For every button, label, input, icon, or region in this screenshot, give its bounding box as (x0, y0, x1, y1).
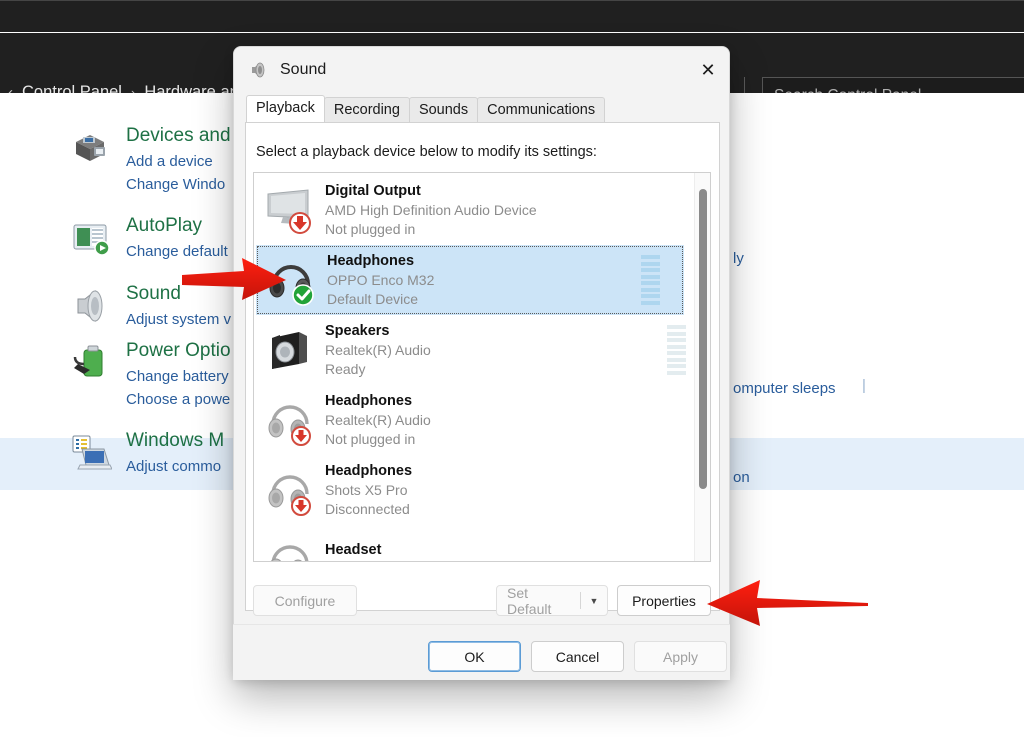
device-row-speakers-realtek[interactable]: Speakers Realtek(R) Audio Ready (254, 315, 710, 385)
device-name: Headphones (325, 462, 413, 479)
headphones-icon (265, 254, 317, 306)
windows-mobility-center-icon (70, 432, 113, 474)
control-panel-titlebar (0, 0, 1024, 32)
tab-sounds[interactable]: Sounds (408, 97, 479, 123)
device-description: Realtek(R) Audio (325, 412, 431, 429)
device-row-digital-output[interactable]: Digital Output AMD High Definition Audio… (254, 175, 710, 245)
device-name: Headset (325, 542, 382, 559)
headphones-gray-icon (263, 394, 315, 446)
category-link[interactable]: Adjust system v (126, 311, 231, 328)
set-default-split-button[interactable]: Set Default ▼ (496, 585, 608, 616)
sound-speaker-icon (70, 285, 112, 327)
right-fragment-divider: | (862, 377, 866, 394)
device-name: Digital Output (325, 182, 421, 199)
device-row-headset-shots[interactable]: Headset Shots X5 Pro Hands-Free (254, 525, 710, 561)
device-state: Not plugged in (325, 430, 416, 447)
right-fragment-text[interactable]: ly (733, 250, 744, 267)
device-description: Shots X5 Pro (325, 482, 408, 499)
close-icon[interactable]: ✕ (685, 47, 729, 93)
headset-gray-icon (263, 534, 315, 561)
devices-and-printers-icon (70, 127, 112, 169)
category-link[interactable]: Change default (126, 243, 228, 260)
category-link[interactable]: Add a device (126, 153, 213, 170)
tab-communications[interactable]: Communications (477, 97, 606, 123)
tab-recording[interactable]: Recording (323, 97, 410, 123)
category-link[interactable]: Adjust commo (126, 458, 221, 475)
device-state: Disconnected (325, 500, 410, 517)
category-link[interactable]: Change Windo (126, 176, 225, 193)
playback-device-list[interactable]: Digital Output AMD High Definition Audio… (253, 172, 711, 562)
category-title[interactable]: Power Optio (126, 340, 231, 362)
device-name: Headphones (327, 252, 415, 269)
device-row-headphones-shots[interactable]: Headphones Shots X5 Pro Disconnected (254, 455, 710, 525)
speaker-icon (248, 59, 270, 81)
cancel-button[interactable]: Cancel (531, 641, 624, 672)
device-description: Realtek(R) Audio (325, 342, 431, 359)
device-text: Speakers Realtek(R) Audio Ready (325, 322, 431, 378)
device-text: Headphones Shots X5 Pro Disconnected (325, 462, 412, 518)
scrollbar-thumb[interactable] (699, 189, 707, 489)
dialog-titlebar: Sound ✕ (234, 47, 729, 93)
configure-button[interactable]: Configure (253, 585, 357, 616)
chevron-down-icon[interactable]: ▼ (581, 586, 607, 615)
digital-output-monitor-icon (263, 184, 315, 236)
dialog-tabstrip: Playback Recording Sounds Communications (234, 93, 729, 123)
dialog-title: Sound (280, 61, 327, 78)
screenshot-root: ‹ Control Panel › Hardware an Search Con… (0, 0, 1024, 737)
device-name: Headphones (325, 392, 413, 409)
category-link[interactable]: Change battery (126, 368, 229, 385)
device-text: Digital Output AMD High Definition Audio… (325, 182, 537, 238)
device-state: Not plugged in (325, 220, 416, 237)
autoplay-icon (70, 217, 112, 259)
device-text: Headphones Realtek(R) Audio Not plugged … (325, 392, 431, 448)
device-state: Default Device (327, 290, 419, 307)
volume-meter (667, 325, 686, 375)
set-default-button[interactable]: Set Default (497, 586, 580, 615)
volume-meter (641, 255, 660, 305)
device-name: Speakers (325, 322, 390, 339)
apply-button[interactable]: Apply (634, 641, 727, 672)
right-fragment-text[interactable]: on (733, 469, 750, 486)
category-title[interactable]: Windows M (126, 430, 224, 452)
device-description: OPPO Enco M32 (327, 272, 435, 289)
device-description: AMD High Definition Audio Device (325, 202, 537, 219)
category-link[interactable]: Choose a powe (126, 391, 230, 408)
device-description: Shots X5 Pro Hands-Free (325, 560, 485, 561)
category-title[interactable]: Sound (126, 283, 181, 305)
speakers-box-icon (263, 324, 315, 376)
device-text: Headphones OPPO Enco M32 Default Device (327, 252, 434, 308)
tab-playback[interactable]: Playback (246, 95, 325, 122)
device-state: Ready (325, 360, 366, 377)
device-row-headphones-oppo[interactable]: Headphones OPPO Enco M32 Default Device (256, 245, 684, 315)
right-fragment-text[interactable]: omputer sleeps (733, 380, 836, 397)
device-row-headphones-realtek[interactable]: Headphones Realtek(R) Audio Not plugged … (254, 385, 710, 455)
instruction-text: Select a playback device below to modify… (256, 144, 597, 160)
power-options-battery-icon (70, 342, 112, 384)
properties-button[interactable]: Properties (617, 585, 711, 616)
category-title[interactable]: AutoPlay (126, 215, 202, 237)
ok-button[interactable]: OK (428, 641, 521, 672)
device-text: Headset Shots X5 Pro Hands-Free (325, 541, 485, 561)
category-title[interactable]: Devices and (126, 125, 231, 147)
device-list-scrollbar[interactable] (694, 173, 710, 561)
headphones-gray-icon (263, 464, 315, 516)
